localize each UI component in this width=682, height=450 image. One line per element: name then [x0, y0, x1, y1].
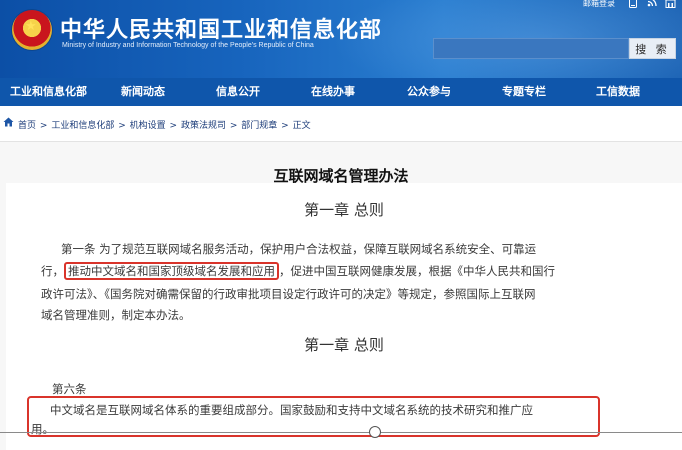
breadcrumb-home[interactable]: 首页 [18, 121, 36, 131]
crop-handle[interactable] [369, 426, 381, 438]
rss-icon[interactable] [645, 0, 659, 9]
nav-item-news[interactable]: 新闻动态 [121, 78, 165, 106]
breadcrumb: 首页 > 工业和信息化部 > 机构设置 > 政策法规司 > 部门规章 > 正文 [0, 106, 682, 142]
building-icon[interactable] [663, 0, 677, 9]
breadcrumb-separator: > [39, 121, 48, 131]
breadcrumb-current: 正文 [292, 121, 311, 131]
paragraph-line: 政许可法》、《国务院对确需保留的行政审批项目设定行政许可的决定》等规定，参照国际… [41, 287, 536, 301]
search-button[interactable]: 搜 索 [629, 38, 676, 59]
paragraph-line: 行， 推动中文域名和国家顶级域名发展和应用 ，促进中国互联网健康发展，根据《中华人民… [41, 262, 555, 280]
crop-guide-line [0, 432, 682, 433]
email-login-link[interactable]: 邮箱登录 [583, 0, 615, 9]
paragraph-line: 用。 [31, 422, 54, 436]
chapter-heading: 第一章 总则 [304, 336, 384, 354]
breadcrumb-separator: > [169, 121, 178, 131]
nav-item-industry-data[interactable]: 工信数据 [596, 78, 640, 106]
document-scan-image: 第一章 总则 第一条 为了规范互联网域名服务活动，保护用户合法权益，保障互联网域… [6, 183, 682, 450]
search-input[interactable] [433, 38, 629, 59]
paragraph-text: ，促进中国互联网健康发展，根据《中华人民共和国行 [279, 264, 555, 278]
breadcrumb-separator: > [281, 121, 289, 131]
main-nav: 工业和信息化部 新闻动态 信息公开 在线办事 公众参与 专题专栏 工信数据 [0, 78, 682, 106]
breadcrumb-ministry[interactable]: 工业和信息化部 [51, 121, 114, 131]
nav-item-public-participation[interactable]: 公众参与 [407, 78, 451, 106]
nav-item-online-services[interactable]: 在线办事 [311, 78, 355, 106]
mobile-icon[interactable] [626, 0, 640, 9]
article-label: 第六条 [52, 382, 87, 396]
paragraph-line: 域名管理准则，制定本办法。 [41, 308, 191, 322]
nav-item-ministry[interactable]: 工业和信息化部 [10, 78, 87, 106]
paragraph-line: 中文域名是互联网域名体系的重要组成部分。国家鼓励和支持中文域名系统的技术研究和推… [50, 403, 533, 417]
breadcrumb-regulations[interactable]: 部门规章 [241, 121, 277, 131]
home-icon[interactable] [3, 117, 14, 128]
site-title[interactable]: 中华人民共和国工业和信息化部 [60, 12, 382, 44]
breadcrumb-separator: > [229, 121, 238, 131]
breadcrumb-policy-dept[interactable]: 政策法规司 [181, 121, 226, 131]
site-subtitle-en: Ministry of Industry and Information Tec… [62, 42, 314, 49]
national-emblem-icon: ★ [12, 10, 52, 50]
paragraph-text: 行， [41, 264, 64, 278]
breadcrumb-separator: > [118, 121, 126, 131]
highlighted-phrase: 推动中文域名和国家顶级域名发展和应用 [64, 262, 279, 280]
nav-item-info-disclosure[interactable]: 信息公开 [216, 78, 260, 106]
breadcrumb-organization[interactable]: 机构设置 [130, 121, 166, 131]
nav-item-special-topics[interactable]: 专题专栏 [502, 78, 546, 106]
paragraph-line: 第一条 为了规范互联网域名服务活动，保护用户合法权益，保障互联网域名系统安全、可… [61, 242, 537, 256]
chapter-heading: 第一章 总则 [304, 201, 384, 219]
site-header: ★ 中华人民共和国工业和信息化部 Ministry of Industry an… [0, 0, 682, 78]
